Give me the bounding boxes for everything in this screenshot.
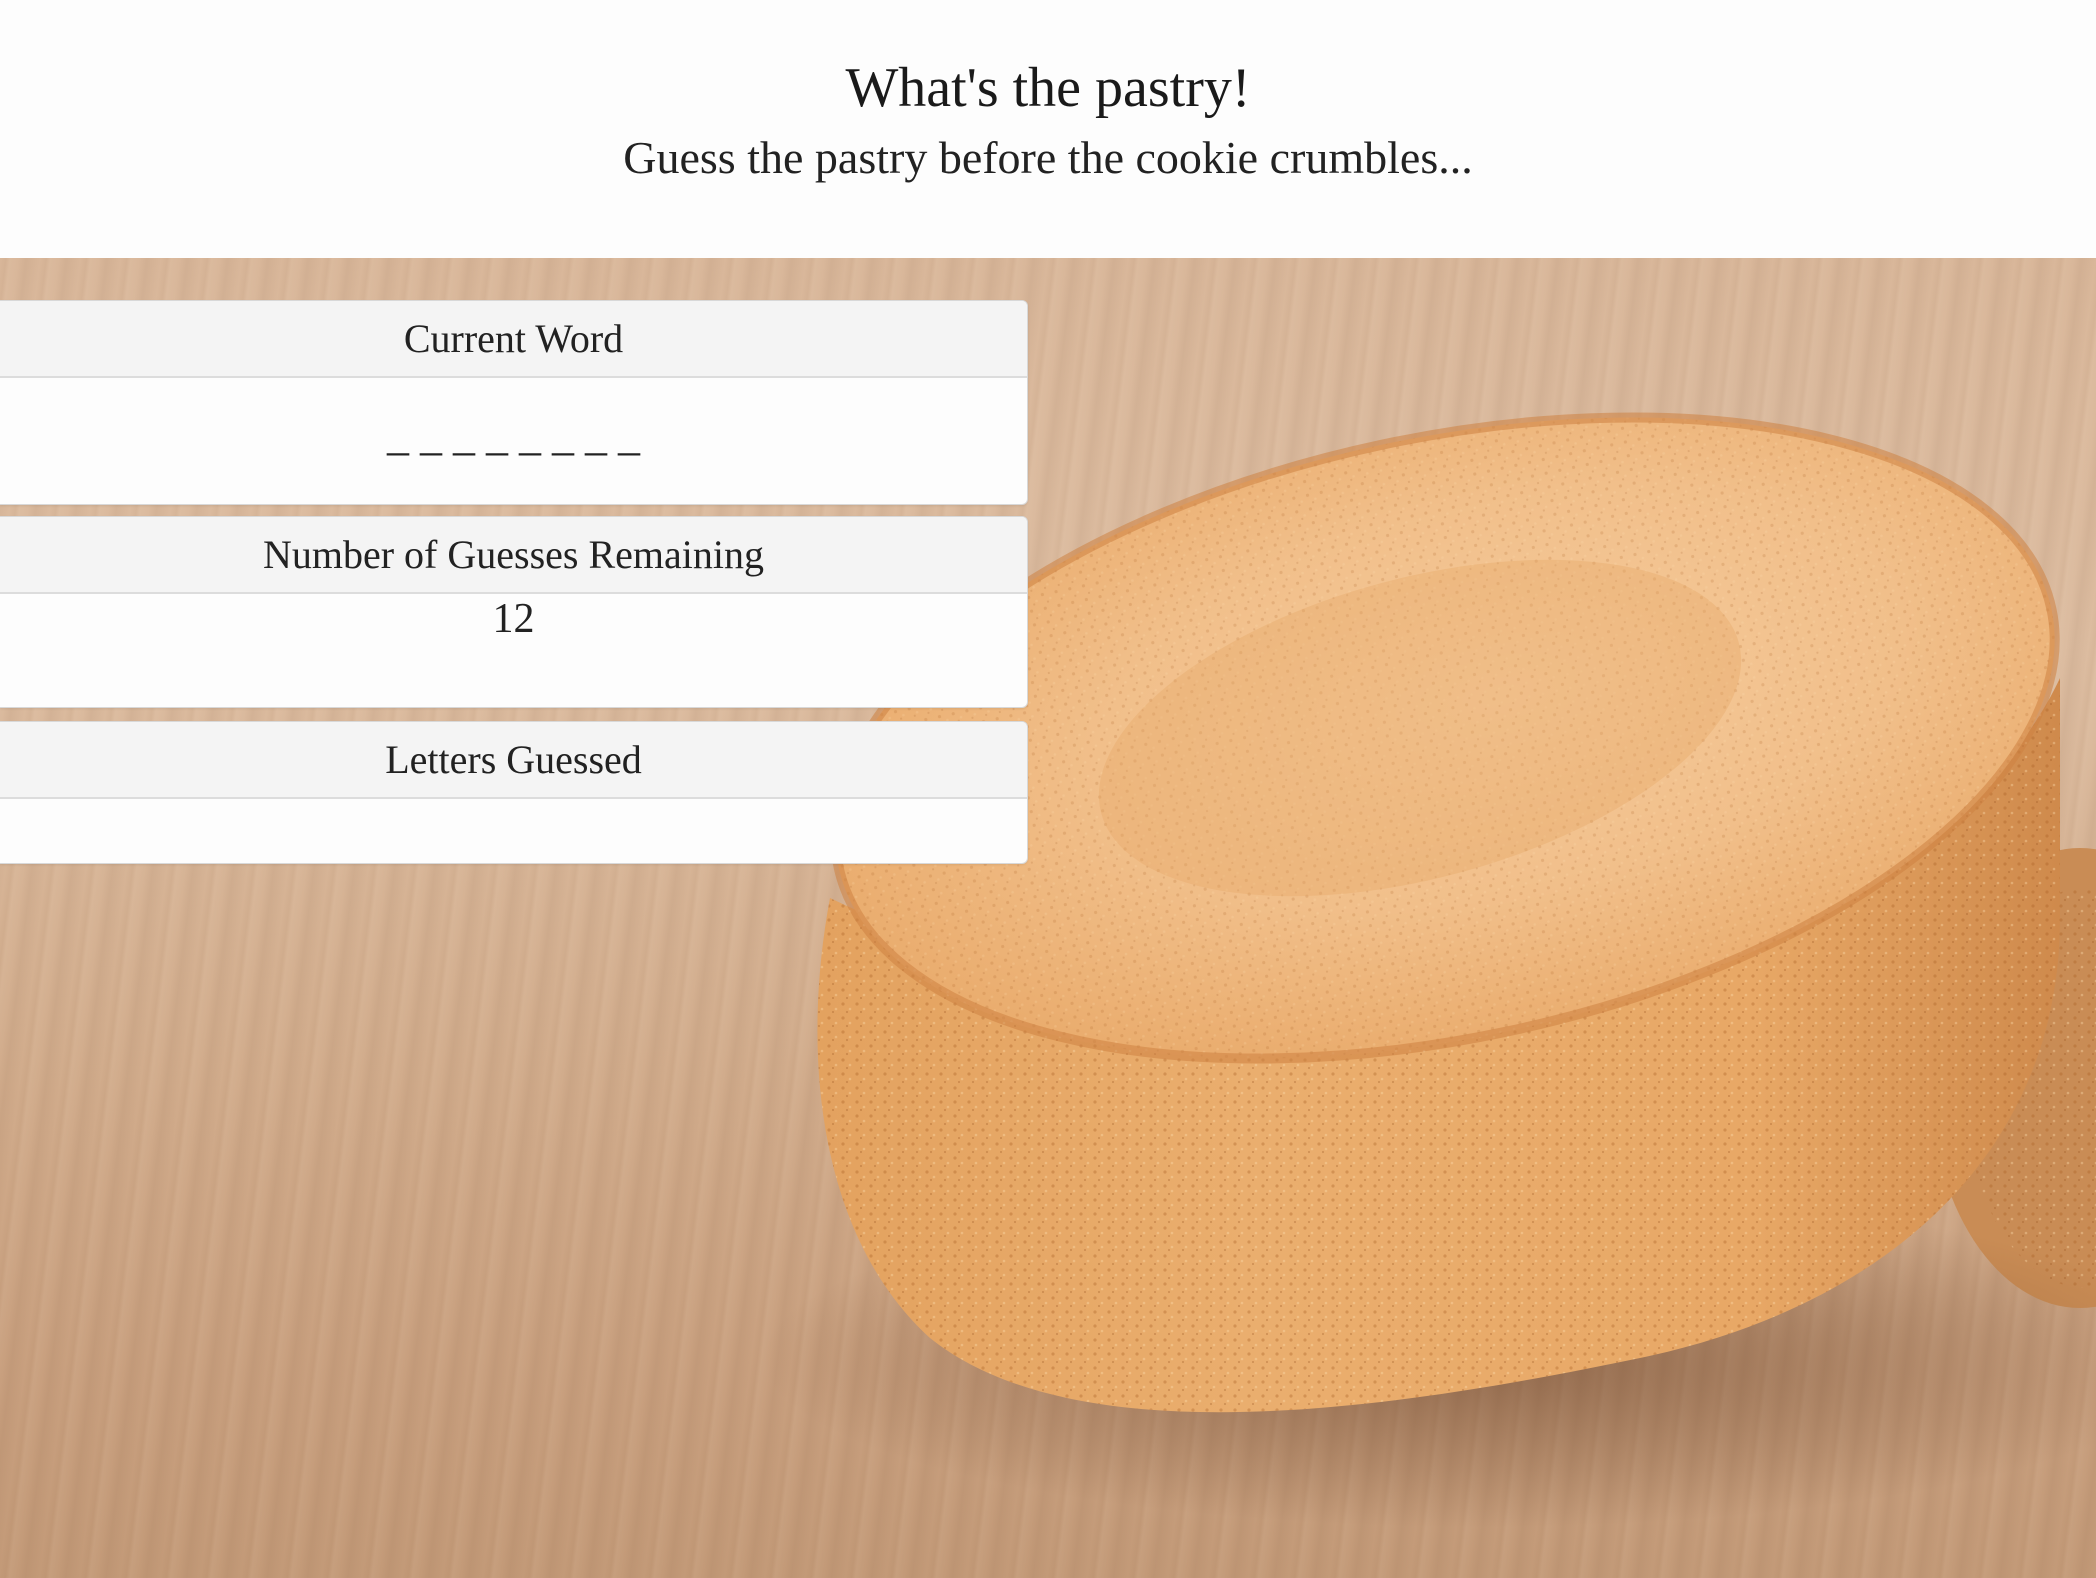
current-word-heading: Current Word [0, 301, 1027, 378]
page-subtitle: Guess the pastry before the cookie crumb… [623, 132, 1473, 183]
current-word-body: _ _ _ _ _ _ _ _ [0, 378, 1027, 504]
guesses-remaining-value: 12 [492, 596, 535, 642]
guesses-remaining-heading: Number of Guesses Remaining [0, 517, 1027, 594]
background-image: Current Word _ _ _ _ _ _ _ _ Number of G… [0, 258, 2096, 1578]
current-word-blanks: _ _ _ _ _ _ _ _ [387, 411, 640, 460]
guesses-remaining-panel: Number of Guesses Remaining 12 [0, 516, 1028, 708]
page-header: What's the pastry! Guess the pastry befo… [0, 0, 2096, 258]
page-title: What's the pastry! [845, 57, 1251, 119]
letters-guessed-value [0, 799, 1027, 863]
current-word-panel: Current Word _ _ _ _ _ _ _ _ [0, 300, 1028, 505]
letters-guessed-panel: Letters Guessed [0, 721, 1028, 864]
letters-guessed-heading: Letters Guessed [0, 722, 1027, 799]
